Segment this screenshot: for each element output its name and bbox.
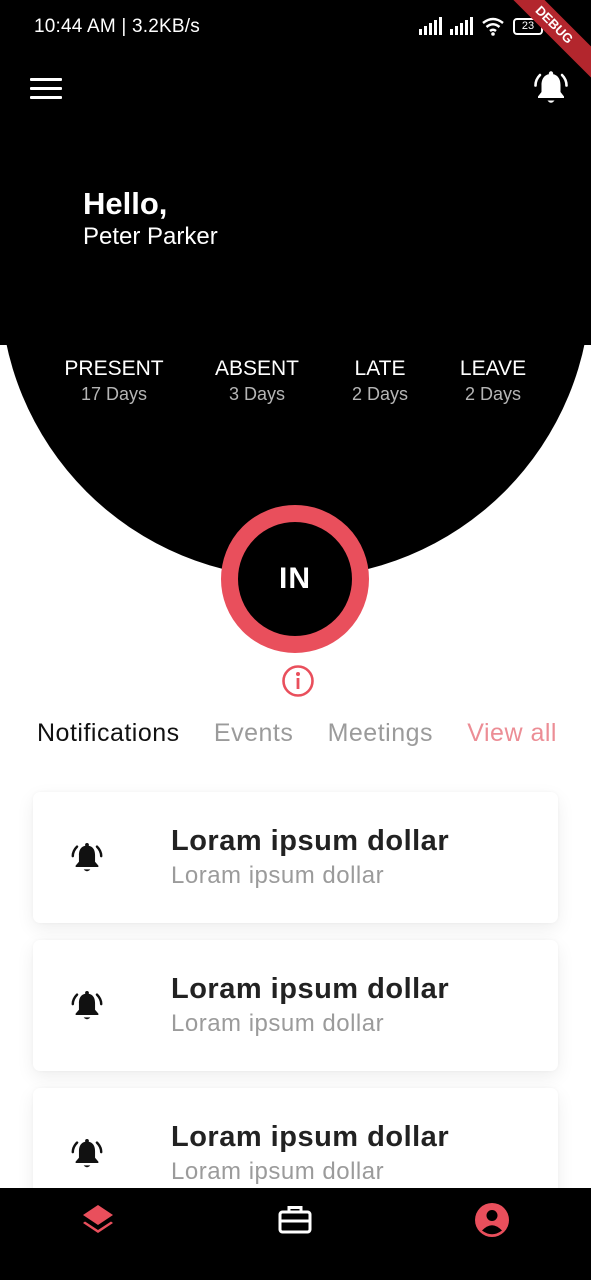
notification-title: Loram ipsum dollar	[171, 973, 450, 1005]
status-separator: |	[115, 16, 132, 37]
notification-subtitle: Loram ipsum dollar	[171, 1010, 385, 1037]
notification-card[interactable]: Loram ipsum dollar Loram ipsum dollar	[33, 940, 558, 1071]
bell-ringing-icon	[71, 843, 103, 872]
stat-value: 3 Days	[228, 384, 286, 404]
account-icon[interactable]	[474, 1202, 510, 1238]
battery-level: 23	[521, 19, 535, 32]
stat-label: PRESENT	[64, 357, 164, 380]
stat-value: 2 Days	[464, 384, 522, 404]
stat-present: PRESENT 17 Days	[54, 357, 174, 405]
bell-ringing-icon[interactable]	[533, 70, 569, 108]
notification-title: Loram ipsum dollar	[171, 825, 450, 857]
stat-value: 17 Days	[80, 384, 148, 404]
stat-label: LATE	[354, 357, 406, 380]
layers-icon[interactable]	[80, 1202, 116, 1238]
status-time: 10:44 AM | 3.2KB/s	[34, 16, 200, 38]
notification-card[interactable]: Loram ipsum dollar Loram ipsum dollar	[33, 792, 558, 923]
bell-ringing-icon	[71, 1139, 103, 1168]
stat-label: ABSENT	[214, 357, 300, 380]
status-bar: 10:44 AM | 3.2KB/s 23 DEBUG	[0, 0, 591, 86]
signal-icon	[450, 17, 473, 35]
stat-label: LEAVE	[459, 357, 527, 380]
tabs: Notifications Events Meetings View all	[37, 719, 557, 748]
stat-value: 2 Days	[351, 384, 409, 404]
bell-ringing-icon	[71, 991, 103, 1020]
tab-notifications[interactable]: Notifications	[37, 719, 180, 748]
signal-icon	[419, 17, 442, 35]
bottom-navigation	[0, 1188, 591, 1280]
tab-meetings[interactable]: Meetings	[328, 719, 433, 748]
status-speed: 3.2KB/s	[131, 16, 200, 37]
check-in-label: IN	[279, 562, 311, 595]
tab-events[interactable]: Events	[214, 719, 293, 748]
info-icon[interactable]	[281, 664, 315, 698]
stat-leave: LEAVE 2 Days	[443, 357, 543, 405]
status-clock: 10:44 AM	[34, 16, 116, 37]
stat-late: LATE 2 Days	[330, 357, 430, 405]
greeting: Hello,	[83, 186, 168, 221]
user-name: Peter Parker	[83, 223, 218, 250]
notification-subtitle: Loram ipsum dollar	[171, 1158, 385, 1185]
view-all-link[interactable]: View all	[467, 719, 557, 748]
stat-absent: ABSENT 3 Days	[202, 357, 312, 405]
menu-icon[interactable]	[30, 78, 62, 102]
notification-title: Loram ipsum dollar	[171, 1121, 450, 1153]
briefcase-icon[interactable]	[277, 1202, 313, 1238]
check-in-button[interactable]: IN	[221, 505, 369, 653]
wifi-icon	[482, 17, 504, 36]
status-icons: 23	[419, 16, 543, 36]
notification-subtitle: Loram ipsum dollar	[171, 862, 385, 889]
